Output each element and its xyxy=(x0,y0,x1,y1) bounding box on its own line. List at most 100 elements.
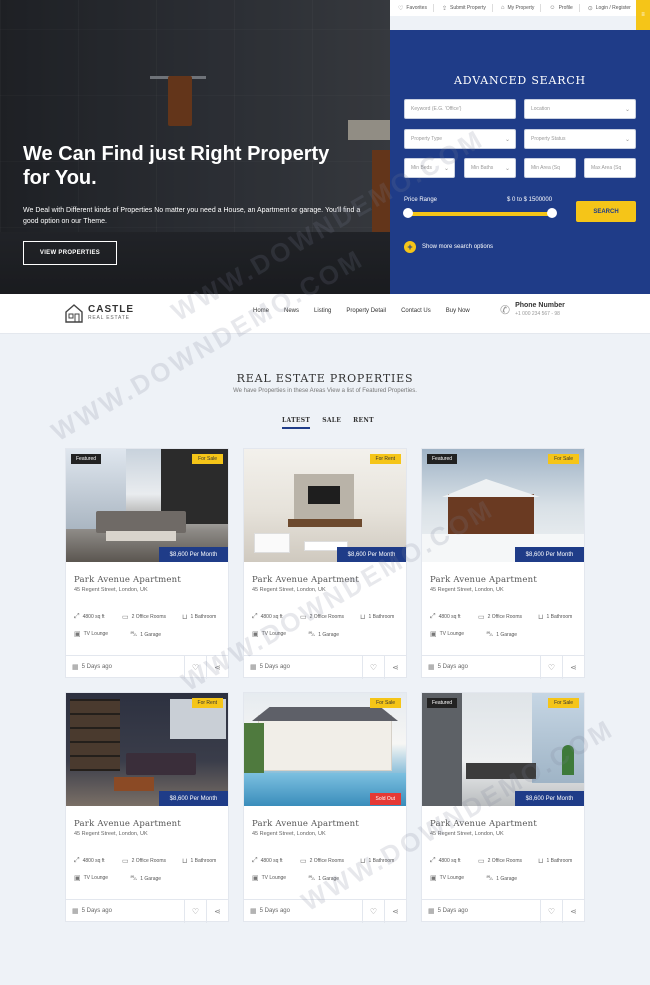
property-image[interactable] xyxy=(422,449,584,562)
property-card[interactable]: For Rent $8,600 Per Month Park Avenue Ap… xyxy=(65,692,229,923)
min-beds-select[interactable]: Min Beds ⌄ xyxy=(404,158,455,178)
show-more-options-link[interactable]: + Show more search options xyxy=(404,241,493,253)
tv-feature: ▣ TV Lounge xyxy=(430,631,465,638)
property-type-select[interactable]: Property Type ⌄ xyxy=(404,129,516,149)
location-select[interactable]: Location ⌄ xyxy=(524,99,636,119)
featured-badge: Featured xyxy=(427,698,458,708)
menu-item-news[interactable]: News xyxy=(284,308,299,314)
heart-icon: ♡ xyxy=(191,663,200,672)
login-register-link[interactable]: ⊙ Login / Register xyxy=(588,5,631,12)
max-area-input[interactable]: Max Area (Sq xyxy=(584,158,636,178)
share-button[interactable]: ⋖ xyxy=(206,656,228,679)
submit-property-link[interactable]: ⇪ Submit Property xyxy=(442,5,486,12)
castle-logo[interactable]: CASTLE REAL ESTATE xyxy=(64,302,134,324)
tv-feature: ▣ TV Lounge xyxy=(74,631,109,638)
featured-badge: Featured xyxy=(427,454,458,464)
view-properties-button[interactable]: VIEW PROPERTIES xyxy=(23,241,117,265)
logo-tagline: REAL ESTATE xyxy=(88,315,130,321)
tab-latest[interactable]: LATEST xyxy=(282,417,311,429)
property-card[interactable]: Featured For Sale $8,600 Per Month Park … xyxy=(65,448,229,679)
favorites-link[interactable]: ♡ Favorites xyxy=(398,5,427,12)
favorite-button[interactable]: ♡ xyxy=(540,900,562,923)
garage-feature: ⛍ 1 Garage xyxy=(308,631,340,638)
property-card[interactable]: Featured For Sale $8,600 Per Month Park … xyxy=(421,692,585,923)
post-date: ▦ 5 Days ago xyxy=(250,908,290,915)
min-baths-select[interactable]: Min Baths ⌄ xyxy=(464,158,516,178)
main-navbar: CASTLE REAL ESTATE Home News Listing Pro… xyxy=(0,294,650,334)
card-footer: ▦ 5 Days ago ♡ ⋖ xyxy=(66,655,228,679)
status-badge: For Sale xyxy=(548,454,579,464)
tv-icon: ▣ xyxy=(252,875,259,882)
tv-icon: ▣ xyxy=(430,631,437,638)
rooms-feature: ▭ 2 Office Rooms xyxy=(300,858,344,865)
share-button[interactable]: ⋖ xyxy=(384,900,406,923)
rooms-feature: ▭ 2 Office Rooms xyxy=(478,858,522,865)
bathtub-icon: ⊔ xyxy=(360,614,366,621)
my-property-link[interactable]: ⌂ My Property xyxy=(501,5,535,11)
rooms-feature: ▭ 2 Office Rooms xyxy=(122,858,166,865)
featured-badge: Featured xyxy=(71,454,102,464)
property-card[interactable]: For Sale Sold Out Park Avenue Apartment … xyxy=(243,692,407,923)
menu-toggle-icon[interactable]: ≡ xyxy=(636,0,650,30)
tab-sale[interactable]: SALE xyxy=(322,417,341,429)
keyword-input[interactable]: Keyword (E.G. 'Office') xyxy=(404,99,516,119)
tab-rent[interactable]: RENT xyxy=(353,417,374,429)
price-range-slider[interactable] xyxy=(408,212,554,216)
area-icon: ⤢ xyxy=(430,613,436,620)
property-title[interactable]: Park Avenue Apartment xyxy=(74,575,181,585)
profile-link[interactable]: ☺ Profile xyxy=(549,5,572,11)
area-feature: ⤢ 4800 sq ft xyxy=(74,613,105,620)
tv-icon: ▣ xyxy=(252,631,259,638)
price-range-value: $ 0 to $ 1500000 xyxy=(507,197,553,203)
car-icon: ⛍ xyxy=(308,875,316,882)
share-button[interactable]: ⋖ xyxy=(562,900,584,923)
share-button[interactable]: ⋖ xyxy=(384,656,406,679)
share-icon: ⋖ xyxy=(570,907,577,916)
price-max-handle[interactable] xyxy=(547,208,557,218)
sold-out-badge: Sold Out xyxy=(369,793,401,805)
section-subtitle: We have Properties in these Areas View a… xyxy=(233,388,417,394)
favorite-button[interactable]: ♡ xyxy=(540,656,562,679)
house-logo-icon xyxy=(65,304,83,323)
property-address: 45 Regent Street, London, UK xyxy=(430,831,504,837)
share-button[interactable]: ⋖ xyxy=(206,900,228,923)
property-title[interactable]: Park Avenue Apartment xyxy=(74,819,181,829)
property-card[interactable]: Featured For Sale $8,600 Per Month Park … xyxy=(421,448,585,679)
menu-item-home[interactable]: Home xyxy=(253,308,269,314)
share-icon: ⋖ xyxy=(392,663,399,672)
main-menu: Home News Listing Property Detail Contac… xyxy=(253,308,485,314)
property-status-select[interactable]: Property Status ⌄ xyxy=(524,129,636,149)
property-card[interactable]: For Rent $8,600 Per Month Park Avenue Ap… xyxy=(243,448,407,679)
menu-item-buy-now[interactable]: Buy Now xyxy=(446,308,470,314)
menu-item-property-detail[interactable]: Property Detail xyxy=(346,308,386,314)
tv-icon: ▣ xyxy=(430,875,437,882)
card-footer: ▦ 5 Days ago ♡ ⋖ xyxy=(422,655,584,679)
min-area-input[interactable]: Min Area (Sq xyxy=(524,158,576,178)
search-button[interactable]: SEARCH xyxy=(576,201,636,222)
property-image[interactable] xyxy=(66,449,228,562)
search-title: ADVANCED SEARCH xyxy=(454,74,586,87)
favorite-button[interactable]: ♡ xyxy=(362,656,384,679)
menu-item-listing[interactable]: Listing xyxy=(314,308,331,314)
share-button[interactable]: ⋖ xyxy=(562,656,584,679)
rooms-feature: ▭ 2 Office Rooms xyxy=(122,614,166,621)
property-title[interactable]: Park Avenue Apartment xyxy=(252,575,359,585)
property-image[interactable] xyxy=(422,693,584,806)
favorite-button[interactable]: ♡ xyxy=(184,900,206,923)
property-tabs: LATEST SALE RENT xyxy=(282,417,386,429)
property-title[interactable]: Park Avenue Apartment xyxy=(430,819,537,829)
price-min-handle[interactable] xyxy=(403,208,413,218)
property-title[interactable]: Park Avenue Apartment xyxy=(430,575,537,585)
home-icon: ⌂ xyxy=(500,5,505,11)
favorite-button[interactable]: ♡ xyxy=(184,656,206,679)
chevron-down-icon: ⌄ xyxy=(504,166,510,172)
bath-feature: ⊔ 1 Bathroom xyxy=(360,858,395,865)
card-footer: ▦ 5 Days ago ♡ ⋖ xyxy=(66,899,228,923)
menu-item-contact-us[interactable]: Contact Us xyxy=(401,308,431,314)
property-image[interactable] xyxy=(244,693,406,806)
property-title[interactable]: Park Avenue Apartment xyxy=(252,819,359,829)
property-image[interactable] xyxy=(66,693,228,806)
favorite-button[interactable]: ♡ xyxy=(362,900,384,923)
property-image[interactable] xyxy=(244,449,406,562)
post-date: ▦ 5 Days ago xyxy=(428,664,468,671)
